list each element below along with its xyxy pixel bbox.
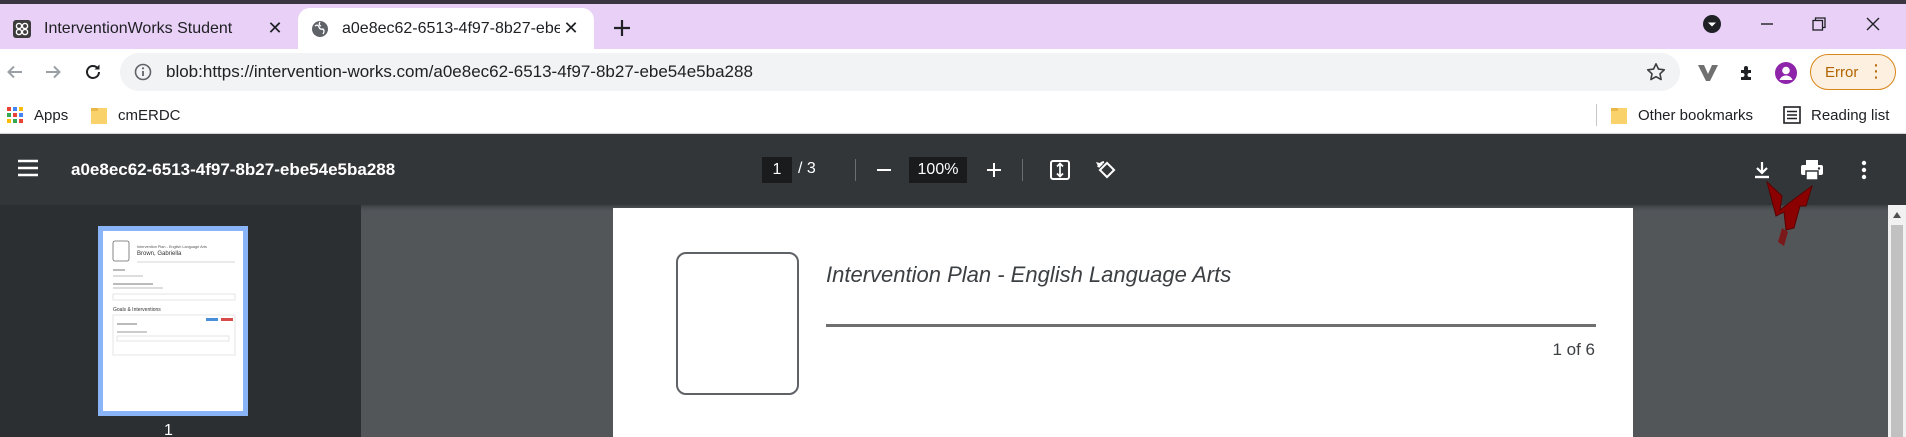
bookmark-cmerdc[interactable]: cmERDC — [90, 102, 181, 128]
star-bookmark-icon[interactable] — [1646, 62, 1666, 82]
more-vertical-icon[interactable]: ⋮ — [1867, 61, 1885, 81]
bookmark-apps[interactable]: Apps — [6, 102, 68, 128]
restore-button[interactable] — [1796, 6, 1842, 42]
page-thumbnail-1[interactable]: Intervention Plan - English Language Art… — [98, 226, 248, 416]
scrollbar-thumb[interactable] — [1891, 225, 1903, 437]
arrow-left-icon — [7, 65, 22, 79]
zoom-out-button[interactable] — [868, 154, 900, 186]
folder-icon — [1610, 105, 1628, 125]
forward-button[interactable] — [38, 57, 68, 87]
apps-grid-icon — [6, 106, 24, 124]
url-text[interactable]: blob:https://intervention-works.com/a0e8… — [166, 62, 753, 82]
reload-button[interactable] — [78, 57, 108, 87]
zoom-in-button[interactable] — [978, 154, 1010, 186]
page-count: 1 of 6 — [1552, 340, 1595, 359]
printer-icon — [1801, 160, 1823, 181]
header-rule — [826, 324, 1596, 327]
pdf-viewer: a0e8ec62-6513-4f97-8b27-ebe54e5ba288 1 /… — [0, 134, 1906, 437]
other-bookmarks-folder[interactable]: Other bookmarks — [1610, 102, 1753, 128]
hamburger-menu-icon[interactable] — [16, 158, 40, 182]
back-button[interactable] — [0, 57, 30, 87]
chevron-down-circle-icon — [1703, 15, 1721, 33]
page-total: / 3 — [798, 160, 816, 177]
bookmark-label: cmERDC — [118, 106, 181, 124]
close-tab-icon[interactable]: ✕ — [264, 18, 286, 40]
more-actions-button[interactable] — [1848, 154, 1880, 186]
thumbnail-page-number: 1 — [164, 422, 173, 437]
reading-list-icon — [1783, 106, 1801, 124]
thumbnail-section: Goals & Interventions — [113, 307, 161, 313]
browser-toolbar: blob:https://intervention-works.com/a0e8… — [0, 49, 1906, 96]
scroll-up-arrow-icon[interactable] — [1893, 212, 1901, 218]
address-bar[interactable]: blob:https://intervention-works.com/a0e8… — [120, 53, 1680, 91]
plus-icon — [614, 20, 630, 36]
plus-icon — [987, 163, 1001, 177]
reading-list-label: Reading list — [1811, 106, 1890, 124]
globe-icon — [310, 19, 330, 39]
interventionworks-logo-icon — [12, 19, 32, 39]
info-icon[interactable] — [134, 63, 152, 81]
extension-v-icon[interactable] — [1694, 59, 1722, 87]
bookmark-divider — [1596, 104, 1597, 126]
download-icon — [1755, 162, 1769, 179]
tab-pdf-blob[interactable]: a0e8ec62-6513-4f97-8b27-ebe54e5ba288 ✕ — [298, 8, 594, 49]
profile-error-button[interactable]: Error ⋮ — [1810, 54, 1896, 90]
pdf-page: Intervention Plan - English Language Art… — [613, 208, 1633, 437]
rotate-button[interactable] — [1090, 154, 1122, 186]
tab-interventionworks[interactable]: InterventionWorks Student ✕ — [0, 8, 298, 49]
close-window-button[interactable] — [1848, 6, 1898, 42]
logo-placeholder — [676, 252, 799, 395]
extensions-puzzle-icon[interactable] — [1734, 59, 1762, 87]
annotation-arrow-icon — [1760, 180, 1820, 256]
close-icon — [1866, 17, 1880, 31]
other-bookmarks-label: Other bookmarks — [1638, 106, 1754, 124]
fit-page-icon — [1050, 160, 1070, 180]
pdf-toolbar: a0e8ec62-6513-4f97-8b27-ebe54e5ba288 1 /… — [0, 134, 1906, 205]
page-number-input[interactable]: 1 — [762, 157, 792, 183]
more-vertical-icon — [1861, 160, 1867, 180]
toolbar-divider — [1022, 159, 1023, 181]
folder-icon — [90, 105, 108, 125]
new-tab-button[interactable] — [606, 12, 638, 44]
minimize-button[interactable] — [1744, 6, 1790, 42]
plan-title: Intervention Plan - English Language Art… — [826, 262, 1232, 287]
thumbnail-student: Brown, Gabriella — [137, 251, 182, 257]
minimize-icon — [1761, 23, 1773, 25]
rotate-icon — [1096, 161, 1116, 179]
thumbnail-heading: Intervention Plan - English Language Art… — [137, 245, 207, 249]
fit-to-page-button[interactable] — [1044, 154, 1076, 186]
window-top-border — [0, 0, 1906, 4]
reading-list-button[interactable]: Reading list — [1783, 102, 1889, 128]
restore-icon — [1812, 17, 1826, 31]
bookmark-label: Apps — [34, 106, 69, 124]
close-tab-icon[interactable]: ✕ — [560, 18, 582, 40]
bookmarks-bar: Apps cmERDC Other bookmarks Reading list — [0, 96, 1906, 134]
tab-strip: InterventionWorks Student ✕ a0e8ec62-651… — [0, 0, 1906, 49]
profile-avatar-icon[interactable] — [1772, 59, 1800, 87]
minus-icon — [877, 169, 891, 171]
tab-title: InterventionWorks Student — [44, 19, 233, 37]
pdf-document-title: a0e8ec62-6513-4f97-8b27-ebe54e5ba288 — [71, 160, 396, 179]
reload-icon — [86, 64, 100, 79]
arrow-right-icon — [46, 65, 61, 79]
thumbnail-preview: Intervention Plan - English Language Art… — [112, 240, 236, 356]
vertical-scrollbar[interactable] — [1888, 205, 1906, 437]
toolbar-divider — [855, 159, 856, 181]
tab-title: a0e8ec62-6513-4f97-8b27-ebe54e5ba288 — [342, 19, 560, 37]
tab-search-button[interactable] — [1694, 6, 1730, 42]
error-label: Error — [1825, 63, 1859, 81]
zoom-level-input[interactable]: 100% — [909, 157, 967, 183]
